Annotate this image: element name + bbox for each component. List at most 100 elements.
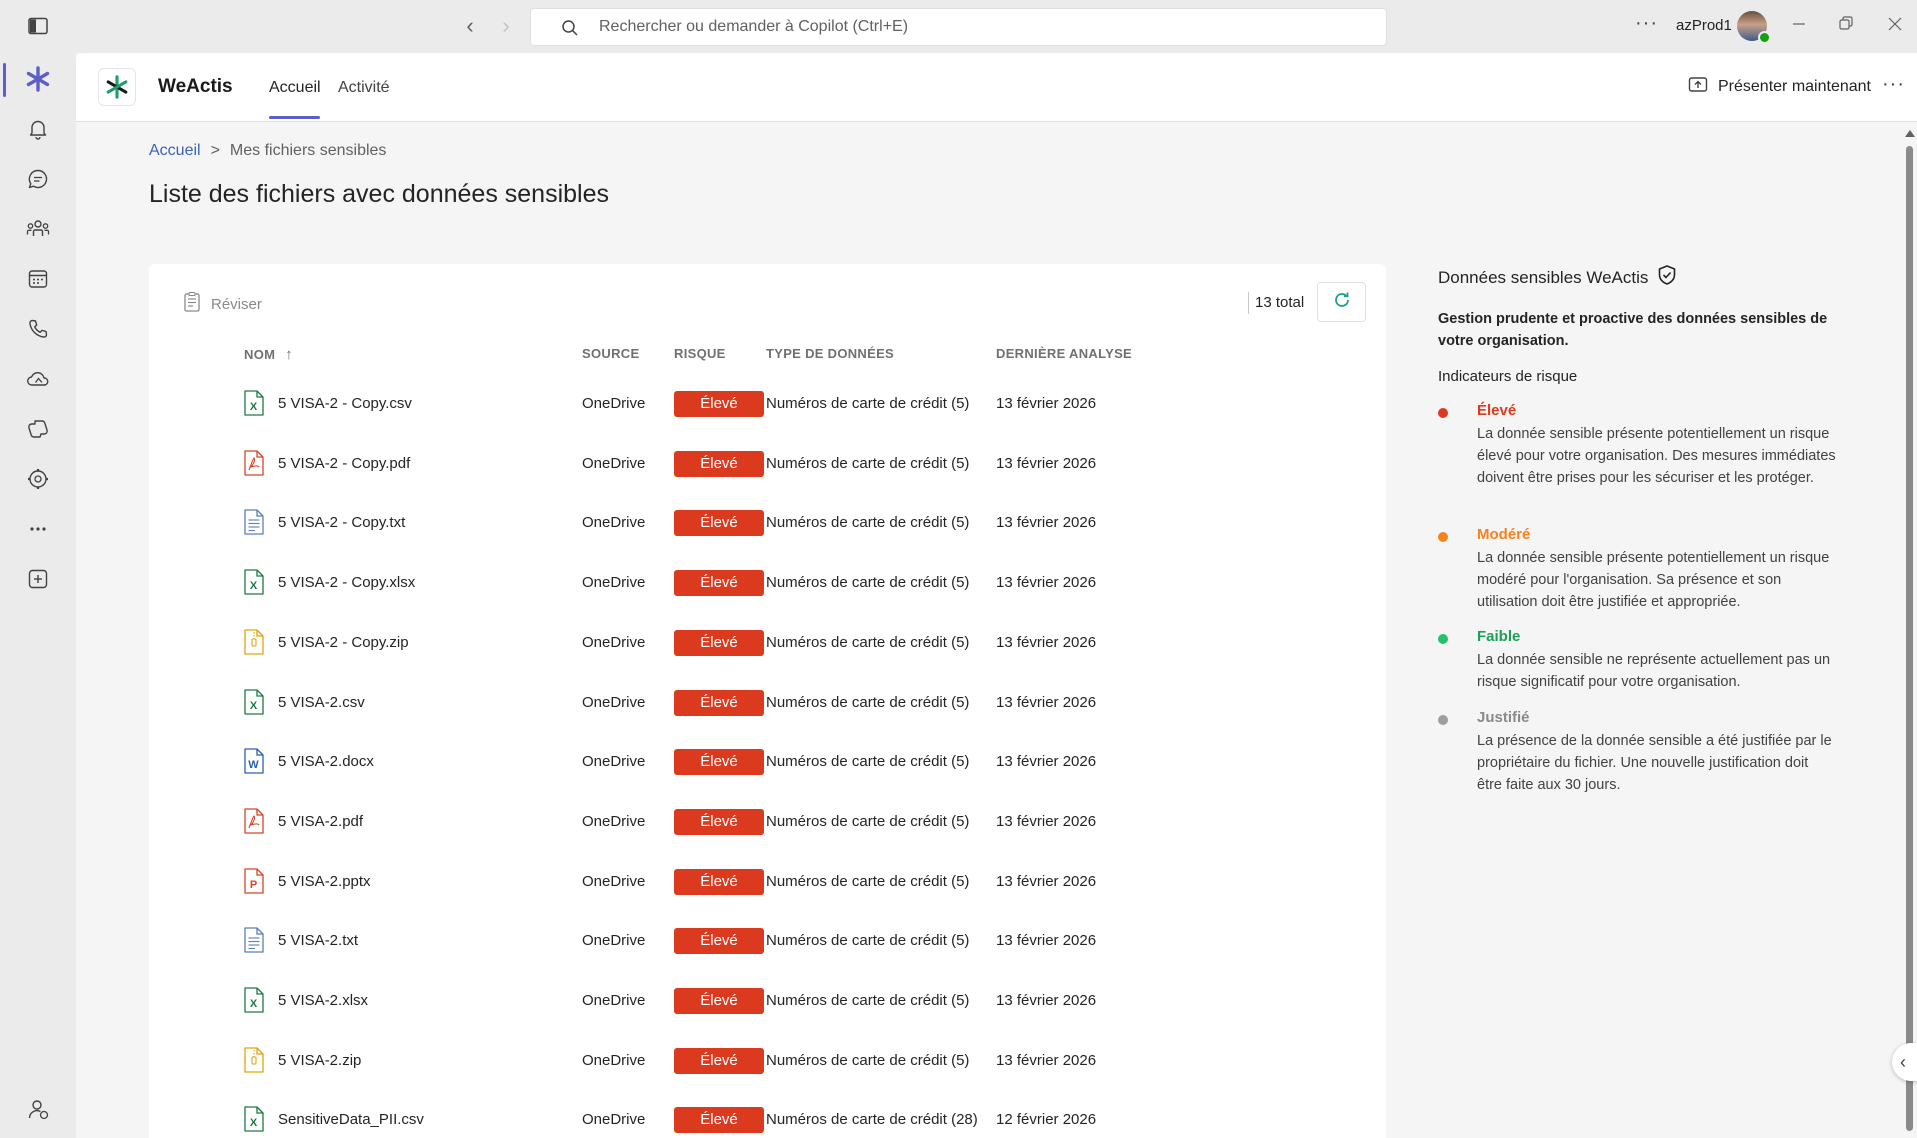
more-options-icon[interactable]: ··· <box>1882 73 1905 96</box>
page-title: Liste des fichiers avec données sensible… <box>149 180 609 208</box>
search-input[interactable]: Rechercher ou demander à Copilot (Ctrl+E… <box>530 8 1387 46</box>
file-source: OneDrive <box>582 574 646 592</box>
data-type: Numéros de carte de crédit (5) <box>766 633 970 651</box>
table-row[interactable]: X 5 VISA-2 - Copy.xlsx OneDrive Élevé Numéro… <box>149 555 1386 613</box>
excel-file-icon: X <box>243 390 265 416</box>
file-source: OneDrive <box>582 395 646 412</box>
file-source: OneDrive <box>582 1051 646 1069</box>
close-icon[interactable] <box>1886 14 1904 34</box>
review-label: Réviser <box>211 295 262 313</box>
table-row[interactable]: 5 VISA-2 - Copy.pdf OneDrive Élevé Numéros … <box>149 436 1386 494</box>
sidebar-toggle-icon[interactable] <box>28 17 48 35</box>
shield-check-icon <box>1656 264 1678 291</box>
tab-accueil[interactable]: Accueil <box>269 79 321 97</box>
file-name[interactable]: 5 VISA-2.txt <box>278 932 358 949</box>
file-name[interactable]: 5 VISA-2 - Copy.xlsx <box>278 574 415 591</box>
pdf-file-icon <box>243 450 265 476</box>
txt-file-icon <box>243 509 265 536</box>
back-arrow-icon[interactable]: ‹ <box>460 14 480 38</box>
table-row[interactable]: X 5 VISA-2.xlsx OneDrive Élevé Numéros de ca… <box>149 973 1386 1031</box>
help-person-icon[interactable] <box>24 1095 52 1123</box>
zip-file-icon <box>243 629 265 655</box>
file-name[interactable]: 5 VISA-2 - Copy.zip <box>278 634 409 651</box>
activity-bell-icon[interactable] <box>24 115 52 143</box>
risk-badge: Élevé <box>674 928 764 955</box>
chevron-left-icon: ‹ <box>1900 1051 1906 1072</box>
table-row[interactable]: X SensitiveData_PII.csv OneDrive Élevé Numér… <box>149 1092 1386 1138</box>
vertical-scrollbar[interactable] <box>1902 124 1917 1138</box>
refresh-button[interactable] <box>1317 282 1366 322</box>
last-scan-date: 13 février 2026 <box>996 693 1097 711</box>
minimize-icon[interactable] <box>1790 14 1808 34</box>
review-button[interactable]: Réviser <box>183 291 262 316</box>
risk-badge: Élevé <box>674 510 764 537</box>
file-name[interactable]: 5 VISA-2.pptx <box>278 873 371 890</box>
file-name[interactable]: 5 VISA-2 - Copy.txt <box>278 514 405 531</box>
panel-title-text: Données sensibles WeActis <box>1438 267 1649 287</box>
restore-icon[interactable] <box>1837 14 1855 34</box>
weactis-app-icon[interactable] <box>24 65 52 93</box>
tab-activite[interactable]: Activité <box>338 79 390 97</box>
table-row[interactable]: X 5 VISA-2 - Copy.csv OneDrive Élevé Numéros… <box>149 376 1386 434</box>
panel-title: Données sensibles WeActis <box>1438 264 1678 291</box>
risk-moderate-dot-icon <box>1438 532 1448 542</box>
data-type: Numéros de carte de crédit (5) <box>766 395 970 412</box>
last-scan-date: 13 février 2026 <box>996 574 1097 592</box>
onedrive-icon[interactable] <box>24 365 52 393</box>
add-app-icon[interactable] <box>24 565 52 593</box>
risk-badge: Élevé <box>674 868 764 895</box>
column-header-source[interactable]: SOURCE <box>582 346 639 361</box>
last-scan-date: 13 février 2026 <box>996 992 1097 1009</box>
teams-icon[interactable] <box>24 215 52 243</box>
risk-badge: Élevé <box>674 1047 764 1074</box>
table-row[interactable]: X 5 VISA-2.csv OneDrive Élevé Numéros de car… <box>149 675 1386 733</box>
column-header-risk[interactable]: RISQUE <box>674 346 726 361</box>
column-header-name[interactable]: NOM ↑ <box>244 346 293 363</box>
forward-arrow-icon[interactable]: › <box>496 14 516 38</box>
file-name[interactable]: SensitiveData_PII.csv <box>278 1111 424 1128</box>
file-name[interactable]: 5 VISA-2.zip <box>278 1052 361 1069</box>
apps-icon[interactable] <box>24 465 52 493</box>
file-name[interactable]: 5 VISA-2.xlsx <box>278 992 368 1009</box>
table-row[interactable]: 5 VISA-2.zip OneDrive Élevé Numéros de cart… <box>149 1033 1386 1091</box>
breadcrumb-current: Mes fichiers sensibles <box>229 142 387 159</box>
table-row[interactable]: P 5 VISA-2.pptx OneDrive Élevé Numéros de ca… <box>149 854 1386 912</box>
user-name[interactable]: azProd1 <box>1676 17 1732 34</box>
file-name[interactable]: 5 VISA-2 - Copy.pdf <box>278 455 410 472</box>
avatar[interactable] <box>1737 11 1771 44</box>
table-row[interactable]: 5 VISA-2.txt OneDrive Élevé Numéros de cart… <box>149 913 1386 971</box>
risk-justified-dot-icon <box>1438 715 1448 725</box>
more-options-icon[interactable]: ··· <box>1635 12 1658 35</box>
file-source: OneDrive <box>582 992 646 1009</box>
file-source: OneDrive <box>582 693 646 711</box>
column-header-last-scan[interactable]: DERNIÈRE ANALYSE <box>996 346 1132 361</box>
scroll-thumb[interactable] <box>1906 146 1913 1131</box>
risk-indicators-title: Indicateurs de risque <box>1438 368 1578 385</box>
table-row[interactable]: 5 VISA-2.pdf OneDrive Élevé Numéros de cart… <box>149 794 1386 852</box>
breadcrumb-separator: > <box>210 142 220 159</box>
data-type: Numéros de carte de crédit (28) <box>766 1111 978 1129</box>
table-row[interactable]: W 5 VISA-2.docx OneDrive Élevé Numéros de ca… <box>149 734 1386 792</box>
table-row[interactable]: 5 VISA-2 - Copy.zip OneDrive Élevé Numéros … <box>149 615 1386 673</box>
table-row[interactable]: 5 VISA-2 - Copy.txt OneDrive Élevé Numéros … <box>149 495 1386 553</box>
txt-file-icon <box>243 927 265 953</box>
copilot-icon[interactable] <box>24 415 52 443</box>
file-name[interactable]: 5 VISA-2.csv <box>278 694 365 711</box>
powerpoint-file-icon: P <box>243 867 265 894</box>
legend-label: Modéré <box>1477 526 1531 543</box>
file-name[interactable]: 5 VISA-2.pdf <box>278 813 363 830</box>
breadcrumb-home-link[interactable]: Accueil <box>149 142 201 159</box>
more-apps-icon[interactable] <box>24 515 52 543</box>
calendar-icon[interactable] <box>24 265 52 293</box>
calls-icon[interactable] <box>24 315 52 343</box>
file-name[interactable]: 5 VISA-2 - Copy.csv <box>278 395 412 412</box>
excel-file-icon: X <box>243 569 265 595</box>
risk-badge: Élevé <box>674 391 764 417</box>
chat-icon[interactable] <box>24 165 52 193</box>
data-type: Numéros de carte de crédit (5) <box>766 514 970 532</box>
column-header-data-type[interactable]: TYPE DE DONNÉES <box>766 346 894 361</box>
file-name[interactable]: 5 VISA-2.docx <box>278 753 374 770</box>
scroll-up-arrow-icon[interactable] <box>1905 130 1915 137</box>
column-name-label: NOM <box>244 347 276 362</box>
present-now-button[interactable]: Présenter maintenant <box>1688 75 1871 99</box>
